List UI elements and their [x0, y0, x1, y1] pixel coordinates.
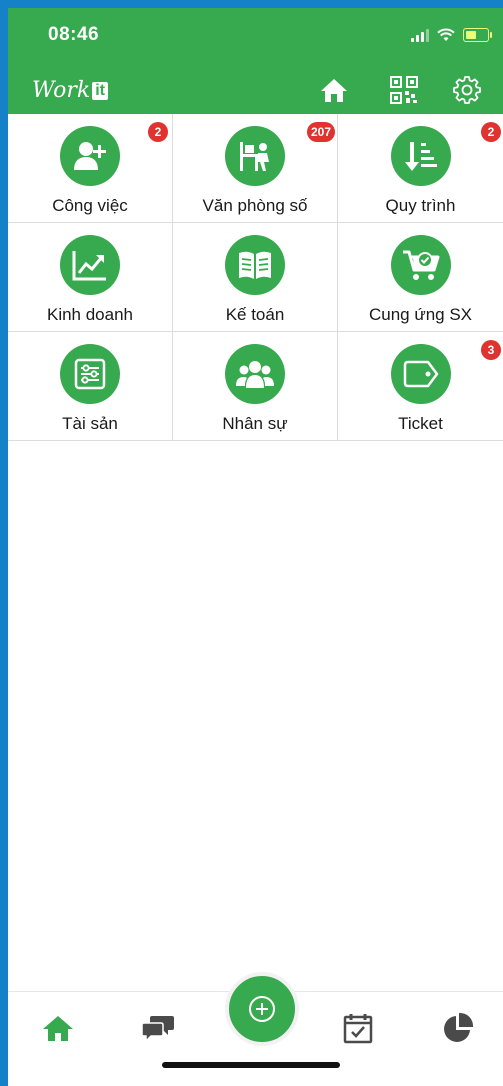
module-cung-ung-sx[interactable]: Cung ứng SX [338, 223, 503, 331]
open-book-icon [225, 235, 285, 295]
module-tai-san[interactable]: Tài sản [8, 332, 173, 440]
module-grid: Công việc 2 Văn phòng số 207 Quy trình 2… [8, 114, 503, 441]
trending-chart-icon [60, 235, 120, 295]
add-icon [249, 996, 275, 1022]
status-time: 08:46 [48, 24, 100, 45]
office-desk-icon [225, 126, 285, 186]
nav-calendar-check-icon[interactable] [340, 1010, 376, 1046]
grid-row: Công việc 2 Văn phòng số 207 Quy trình 2 [8, 114, 503, 223]
grid-row: Tài sản Nhân sự Ticket 3 [8, 332, 503, 441]
module-label: Quy trình [385, 196, 456, 215]
phone-screen: 08:46 Work it Công việc 2 Văn phòng số 2… [8, 8, 503, 1086]
module-cong-viec[interactable]: Công việc 2 [8, 114, 173, 222]
module-ticket[interactable]: Ticket 3 [338, 332, 503, 440]
module-label: Văn phòng số [202, 196, 308, 215]
home-indicator [162, 1062, 340, 1068]
home-icon[interactable] [318, 74, 350, 106]
top-bar: 08:46 Work it [8, 8, 503, 114]
nav-pie-chart-icon[interactable] [440, 1010, 476, 1046]
logo-badge: it [92, 81, 108, 100]
module-label: Kinh doanh [46, 305, 134, 324]
bottom-nav-bar [8, 972, 503, 1086]
module-nhan-su[interactable]: Nhân sự [173, 332, 338, 440]
module-label: Công việc [52, 196, 128, 215]
notification-badge: 207 [306, 122, 335, 142]
app-logo: Work it [32, 78, 108, 103]
wifi-icon [437, 28, 455, 41]
signal-icon [411, 28, 429, 42]
sliders-icon [60, 344, 120, 404]
grid-row: Kinh doanh Kế toán Cung ứng SX [8, 223, 503, 332]
notification-badge: 2 [148, 122, 168, 142]
nav-home-icon[interactable] [40, 1010, 76, 1046]
module-kinh-doanh[interactable]: Kinh doanh [8, 223, 173, 331]
tag-icon [390, 344, 451, 404]
module-ke-toan[interactable]: Kế toán [173, 223, 338, 331]
module-label: Kế toán [225, 305, 285, 324]
settings-gear-icon[interactable] [451, 74, 483, 106]
notification-badge: 3 [481, 340, 501, 360]
module-label: Nhân sự [222, 414, 288, 433]
module-quy-trinh[interactable]: Quy trình 2 [338, 114, 503, 222]
add-user-icon [60, 126, 120, 186]
status-icons [411, 26, 492, 44]
add-button[interactable] [225, 972, 299, 1046]
qr-code-icon[interactable] [388, 74, 420, 106]
module-label: Ticket [398, 414, 443, 433]
process-list-icon [390, 126, 451, 186]
module-label: Tài sản [62, 414, 118, 433]
notification-badge: 2 [481, 122, 501, 142]
module-van-phong-so[interactable]: Văn phòng số 207 [173, 114, 338, 222]
battery-icon [463, 28, 492, 42]
logo-text: Work [32, 78, 91, 103]
shopping-cart-check-icon [390, 235, 451, 295]
module-label: Cung ứng SX [368, 305, 473, 324]
nav-chat-icon[interactable] [140, 1010, 176, 1046]
people-group-icon [225, 344, 285, 404]
